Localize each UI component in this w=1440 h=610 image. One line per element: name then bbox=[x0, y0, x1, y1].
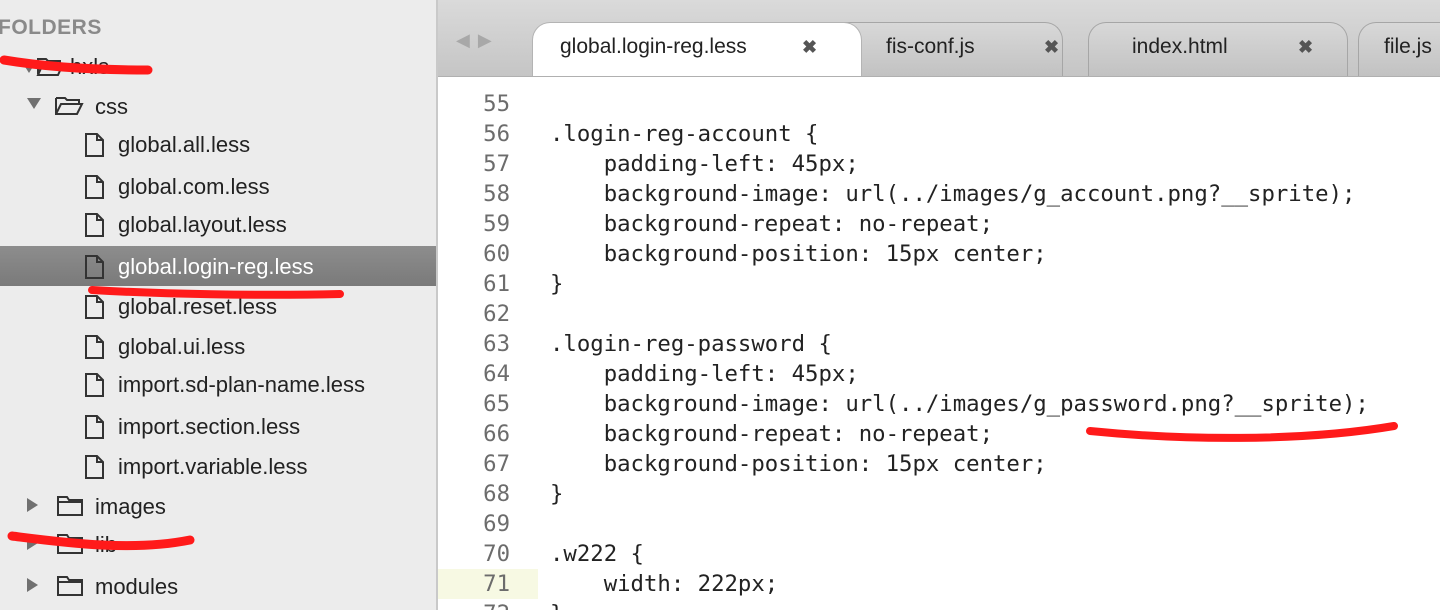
red-scribble-hxls bbox=[0, 55, 153, 75]
red-underline-password bbox=[1086, 422, 1398, 442]
red-scribble-lib bbox=[7, 531, 195, 551]
red-underline-selected bbox=[88, 286, 344, 299]
red-annotation-strokes bbox=[0, 55, 1398, 551]
